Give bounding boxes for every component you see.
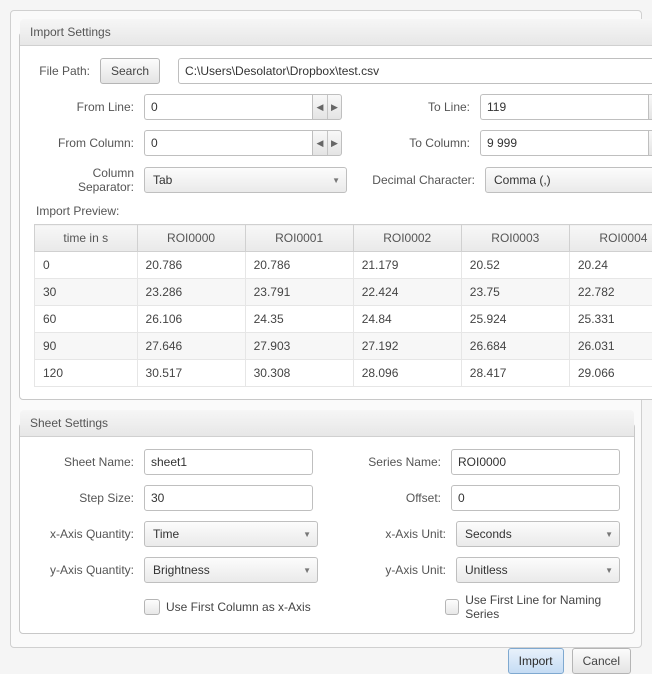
spin-right-icon[interactable]: ▶ [327, 95, 341, 119]
sheet-settings-panel: Sheet Settings Sheet Name: Series Name: … [19, 410, 635, 634]
decimal-character-label: Decimal Character: [365, 173, 485, 187]
x-axis-quantity-label: x-Axis Quantity: [34, 527, 144, 541]
spin-left-icon[interactable]: ◀ [313, 131, 327, 155]
table-cell: 28.096 [353, 360, 461, 387]
x-axis-quantity-select[interactable]: Time [144, 521, 318, 547]
from-line-input[interactable] [144, 94, 312, 120]
use-first-column-label: Use First Column as x-Axis [166, 600, 311, 614]
from-column-input[interactable] [144, 130, 312, 156]
table-cell: 20.786 [245, 252, 353, 279]
sheet-name-input[interactable] [144, 449, 313, 475]
table-cell: 29.066 [569, 360, 652, 387]
table-row[interactable]: 6026.10624.3524.8425.92425.331 [35, 306, 652, 333]
table-cell: 20.786 [137, 252, 245, 279]
sheet-name-label: Sheet Name: [34, 455, 144, 469]
sheet-settings-title: Sheet Settings [20, 410, 634, 437]
dialog-footer: Import Cancel [19, 644, 633, 674]
table-row[interactable]: 9027.64627.90327.19226.68426.031 [35, 333, 652, 360]
to-column-input[interactable] [480, 130, 648, 156]
table-cell: 22.424 [353, 279, 461, 306]
table-header[interactable]: ROI0003 [461, 225, 569, 252]
offset-label: Offset: [331, 491, 451, 505]
table-row[interactable]: 12030.51730.30828.09628.41729.066 [35, 360, 652, 387]
table-cell: 23.791 [245, 279, 353, 306]
import-settings-panel: Import Settings File Path: Search From L… [19, 19, 652, 400]
use-first-column-checkbox[interactable] [144, 599, 160, 615]
table-header[interactable]: ROI0000 [137, 225, 245, 252]
table-cell: 20.24 [569, 252, 652, 279]
spin-left-icon[interactable]: ◀ [313, 95, 327, 119]
to-line-label: To Line: [360, 100, 480, 114]
table-cell: 26.106 [137, 306, 245, 333]
table-header[interactable]: time in s [35, 225, 138, 252]
from-line-label: From Line: [34, 100, 144, 114]
use-first-line-checkbox[interactable] [445, 599, 460, 615]
table-cell: 23.286 [137, 279, 245, 306]
file-path-input[interactable] [178, 58, 652, 84]
to-line-spinner[interactable]: ◀▶ [480, 94, 652, 120]
table-cell: 26.031 [569, 333, 652, 360]
table-header[interactable]: ROI0002 [353, 225, 461, 252]
table-cell: 27.192 [353, 333, 461, 360]
table-cell: 90 [35, 333, 138, 360]
table-cell: 25.924 [461, 306, 569, 333]
from-line-spinner[interactable]: ◀▶ [144, 94, 342, 120]
table-cell: 24.35 [245, 306, 353, 333]
import-preview-table: time in sROI0000ROI0001ROI0002ROI0003ROI… [34, 224, 652, 387]
to-column-spinner[interactable]: ◀▶ [480, 130, 652, 156]
table-cell: 0 [35, 252, 138, 279]
cancel-button[interactable]: Cancel [572, 648, 631, 674]
series-name-input[interactable] [451, 449, 620, 475]
from-column-spinner[interactable]: ◀▶ [144, 130, 342, 156]
table-cell: 30.517 [137, 360, 245, 387]
file-path-label: File Path: [34, 64, 100, 78]
table-cell: 26.684 [461, 333, 569, 360]
to-line-input[interactable] [480, 94, 648, 120]
x-axis-unit-select[interactable]: Seconds [456, 521, 620, 547]
table-cell: 120 [35, 360, 138, 387]
to-column-label: To Column: [360, 136, 480, 150]
offset-input[interactable] [451, 485, 620, 511]
table-cell: 23.75 [461, 279, 569, 306]
table-cell: 27.903 [245, 333, 353, 360]
step-size-label: Step Size: [34, 491, 144, 505]
y-axis-quantity-label: y-Axis Quantity: [34, 563, 144, 577]
from-column-label: From Column: [34, 136, 144, 150]
table-cell: 30.308 [245, 360, 353, 387]
table-cell: 21.179 [353, 252, 461, 279]
table-cell: 60 [35, 306, 138, 333]
import-preview-label: Import Preview: [36, 204, 652, 218]
table-cell: 24.84 [353, 306, 461, 333]
import-settings-title: Import Settings [20, 19, 652, 46]
table-cell: 20.52 [461, 252, 569, 279]
table-row[interactable]: 3023.28623.79122.42423.7522.782 [35, 279, 652, 306]
table-cell: 28.417 [461, 360, 569, 387]
use-first-line-label: Use First Line for Naming Series [465, 593, 620, 621]
series-name-label: Series Name: [331, 455, 451, 469]
table-header[interactable]: ROI0004 [569, 225, 652, 252]
table-header[interactable]: ROI0001 [245, 225, 353, 252]
step-size-input[interactable] [144, 485, 313, 511]
y-axis-unit-select[interactable]: Unitless [456, 557, 620, 583]
table-cell: 30 [35, 279, 138, 306]
table-cell: 22.782 [569, 279, 652, 306]
column-separator-label: Column Separator: [34, 166, 144, 194]
table-row[interactable]: 020.78620.78621.17920.5220.24 [35, 252, 652, 279]
search-button[interactable]: Search [100, 58, 160, 84]
y-axis-unit-label: y-Axis Unit: [336, 563, 456, 577]
table-cell: 25.331 [569, 306, 652, 333]
column-separator-select[interactable]: Tab [144, 167, 347, 193]
table-cell: 27.646 [137, 333, 245, 360]
spin-right-icon[interactable]: ▶ [327, 131, 341, 155]
decimal-character-select[interactable]: Comma (,) [485, 167, 652, 193]
y-axis-quantity-select[interactable]: Brightness [144, 557, 318, 583]
import-button[interactable]: Import [508, 648, 564, 674]
x-axis-unit-label: x-Axis Unit: [336, 527, 456, 541]
